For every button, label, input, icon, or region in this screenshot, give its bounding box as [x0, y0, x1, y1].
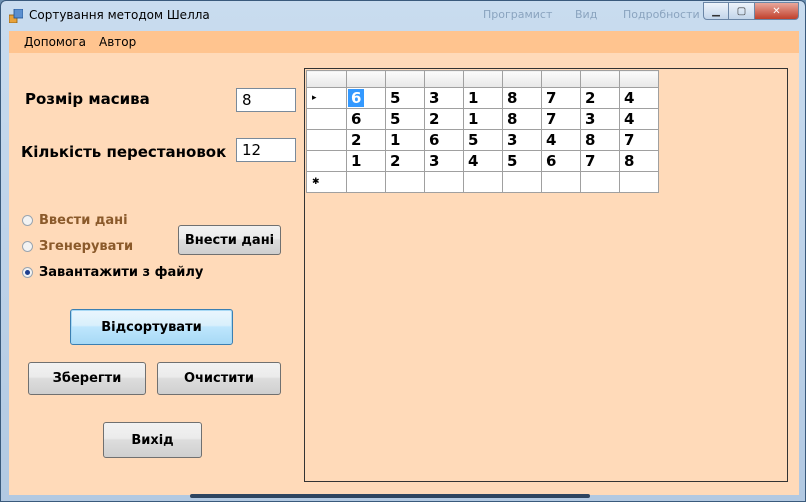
grid-cell[interactable]: 2: [424, 108, 464, 130]
table-row: 1 2 3 4 5 6 7 8: [306, 150, 659, 172]
column-header[interactable]: [580, 70, 620, 88]
grid-cell[interactable]: 5: [502, 150, 542, 172]
grid-cell[interactable]: 1: [463, 108, 503, 130]
grid-cell[interactable]: 3: [424, 87, 464, 109]
grid-cell[interactable]: 1: [346, 150, 386, 172]
permutations-label: Кількість перестановок: [21, 143, 227, 161]
grid-cell[interactable]: 2: [580, 87, 620, 109]
radio-enter-data[interactable]: Ввести дані: [22, 213, 128, 228]
menu-help[interactable]: Допомога: [24, 35, 86, 49]
column-header[interactable]: [346, 70, 386, 88]
table-row: ▸ 6 5 3 1 8 7 2 4: [306, 87, 659, 109]
menu-bar: Допомога Автор: [9, 31, 799, 53]
grid-cell[interactable]: 7: [541, 108, 581, 130]
background-text: Програмист: [483, 8, 553, 21]
grid-cell[interactable]: [424, 171, 464, 193]
grid-cell[interactable]: 6: [346, 87, 386, 109]
radio-circle: [22, 241, 33, 252]
radio-label: Завантажити з файлу: [39, 265, 204, 280]
grid-cell[interactable]: 8: [502, 108, 542, 130]
background-text: Подробности: [623, 8, 700, 21]
save-button[interactable]: Зберегти: [28, 362, 146, 395]
app-icon: [9, 9, 23, 23]
column-header[interactable]: [463, 70, 503, 88]
grid-cell[interactable]: 4: [541, 129, 581, 151]
grid-cell[interactable]: [385, 171, 425, 193]
row-header[interactable]: [306, 129, 347, 151]
array-size-input[interactable]: [236, 88, 296, 112]
grid-cell[interactable]: 6: [346, 108, 386, 130]
array-grid: ▸ 6 5 3 1 8 7 2 4 6 5 2 1 8 7 3 4 2 1 6 …: [306, 70, 659, 193]
radio-circle: [22, 267, 33, 278]
grid-cell[interactable]: 2: [385, 150, 425, 172]
grid-cell[interactable]: 6: [541, 150, 581, 172]
grid-cell[interactable]: 7: [580, 150, 620, 172]
minimize-button[interactable]: ▁: [703, 2, 729, 20]
title-bar[interactable]: Сортування методом Шелла Програмист Вид …: [1, 1, 805, 31]
permutations-input[interactable]: [236, 138, 296, 162]
radio-load-from-file[interactable]: Завантажити з файлу: [22, 265, 203, 280]
grid-cell[interactable]: 7: [541, 87, 581, 109]
grid-cell[interactable]: 8: [580, 129, 620, 151]
table-row: 6 5 2 1 8 7 3 4: [306, 108, 659, 130]
radio-circle: [22, 215, 33, 226]
maximize-button[interactable]: ▢: [729, 2, 755, 20]
grid-cell[interactable]: 4: [619, 108, 659, 130]
row-header[interactable]: [306, 150, 347, 172]
enter-data-button[interactable]: Внести дані: [178, 225, 281, 255]
radio-label: Ввести дані: [39, 213, 128, 228]
close-button[interactable]: ✕: [755, 2, 799, 20]
grid-cell[interactable]: 7: [619, 129, 659, 151]
grid-cell[interactable]: 3: [502, 129, 542, 151]
selected-cell-value: 6: [348, 89, 365, 107]
grid-cell[interactable]: 5: [385, 87, 425, 109]
sort-button[interactable]: Відсортувати: [70, 309, 233, 345]
radio-label: Згенерувати: [39, 239, 134, 254]
new-row: ✱: [306, 171, 659, 193]
column-header[interactable]: [541, 70, 581, 88]
form-client-area: Допомога Автор Розмір масива Кількість п…: [9, 31, 799, 495]
grid-cell[interactable]: 3: [580, 108, 620, 130]
clear-button[interactable]: Очистити: [157, 362, 281, 395]
grid-cell[interactable]: 1: [463, 87, 503, 109]
new-row-asterisk-icon[interactable]: ✱: [306, 171, 347, 193]
grid-cell[interactable]: 2: [346, 129, 386, 151]
grid-cell[interactable]: [541, 171, 581, 193]
corner-header[interactable]: [306, 70, 347, 88]
current-row-marker-icon[interactable]: ▸: [306, 87, 347, 109]
grid-cell[interactable]: [346, 171, 386, 193]
grid-cell[interactable]: [463, 171, 503, 193]
array-size-label: Розмір масива: [25, 90, 150, 108]
grid-cell[interactable]: 5: [463, 129, 503, 151]
radio-generate[interactable]: Згенерувати: [22, 239, 133, 254]
column-header[interactable]: [619, 70, 659, 88]
grid-cell[interactable]: 3: [424, 150, 464, 172]
background-text: Вид: [575, 8, 598, 21]
grid-cell[interactable]: 8: [619, 150, 659, 172]
grid-cell[interactable]: 6: [424, 129, 464, 151]
grid-cell[interactable]: 4: [619, 87, 659, 109]
grid-cell[interactable]: [619, 171, 659, 193]
grid-cell[interactable]: [580, 171, 620, 193]
exit-button[interactable]: Вихід: [103, 422, 202, 458]
grid-cell[interactable]: 8: [502, 87, 542, 109]
column-header-row: [306, 70, 659, 88]
grid-cell[interactable]: [502, 171, 542, 193]
table-row: 2 1 6 5 3 4 8 7: [306, 129, 659, 151]
grid-cell[interactable]: 1: [385, 129, 425, 151]
grid-cell[interactable]: 5: [385, 108, 425, 130]
app-window: Сортування методом Шелла Програмист Вид …: [0, 0, 806, 502]
data-grid-view[interactable]: ▸ 6 5 3 1 8 7 2 4 6 5 2 1 8 7 3 4 2 1 6 …: [304, 68, 788, 482]
row-header[interactable]: [306, 108, 347, 130]
column-header[interactable]: [502, 70, 542, 88]
column-header[interactable]: [424, 70, 464, 88]
menu-author[interactable]: Автор: [99, 35, 136, 49]
column-header[interactable]: [385, 70, 425, 88]
grid-cell[interactable]: 4: [463, 150, 503, 172]
taskbar-strip: [190, 494, 590, 498]
window-title: Сортування методом Шелла: [29, 8, 210, 22]
